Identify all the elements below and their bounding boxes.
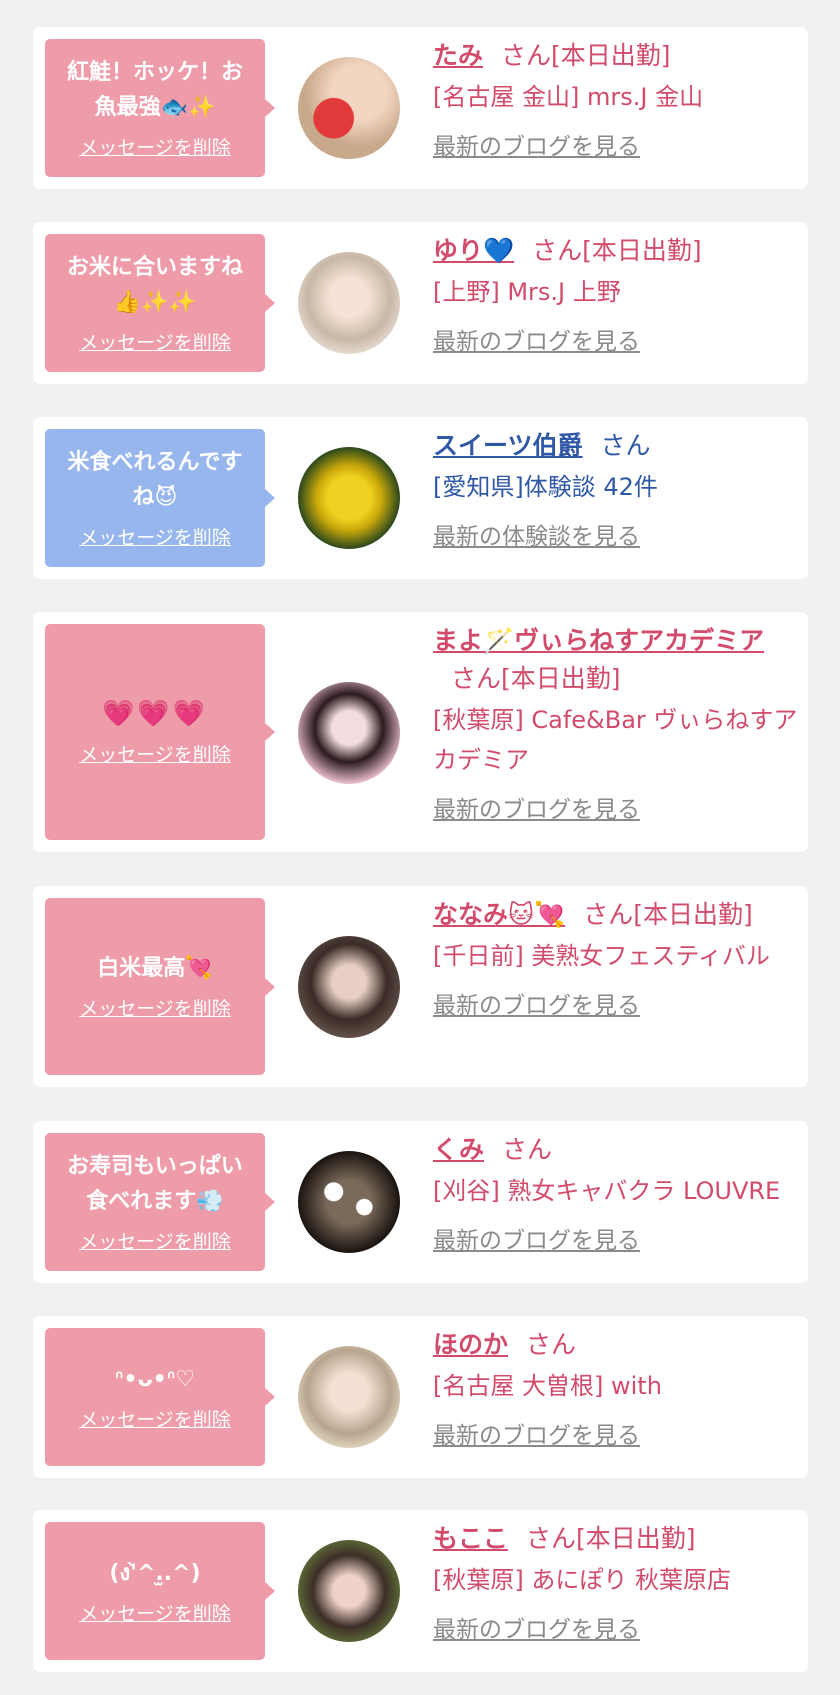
delete-message-link[interactable]: メッセージを削除	[79, 330, 231, 356]
latest-blog-link[interactable]: 最新のブログを見る	[433, 990, 803, 1022]
message-card: お米に合いますね👍✨✨ メッセージを削除 ゆり💙 さん[本日出勤] [上野] Mr…	[33, 222, 808, 384]
avatar[interactable]	[298, 1346, 400, 1448]
sender-name-link[interactable]: ゆり💙	[433, 236, 514, 265]
avatar[interactable]	[298, 447, 400, 549]
sender-info: たみ さん[本日出勤] [名古屋 金山] mrs.J 金山 最新のブログを見る	[433, 37, 803, 163]
message-list: 紅鮭！ホッケ！お魚最強🐟✨ メッセージを削除 たみ さん[本日出勤] [名古屋 金…	[0, 0, 840, 1695]
message-card: 💗💗💗 メッセージを削除 まよ🪄ヴぃらねすアカデミアさん[本日出勤] [秋葉原]…	[33, 612, 808, 852]
sender-name-link[interactable]: くみ	[433, 1135, 484, 1164]
message-bubble: 白米最高💘 メッセージを削除	[45, 898, 275, 1075]
latest-blog-link[interactable]: 最新のブログを見る	[433, 1420, 803, 1452]
sender-name-link[interactable]: たみ	[433, 41, 483, 70]
message-card: ᐢ•ᴗ•ᐢ♡ メッセージを削除 ほのか さん [名古屋 大曽根] with 最新の…	[33, 1316, 808, 1478]
message-card: 紅鮭！ホッケ！お魚最強🐟✨ メッセージを削除 たみ さん[本日出勤] [名古屋 金…	[33, 27, 808, 189]
shop-name: [刈谷] 熟女キャバクラ LOUVRE	[433, 1177, 781, 1205]
shop-name: [名古屋 金山] mrs.J 金山	[433, 83, 704, 111]
delete-message-link[interactable]: メッセージを削除	[79, 135, 231, 161]
sender-info: くみ さん [刈谷] 熟女キャバクラ LOUVRE 最新のブログを見る	[433, 1131, 803, 1257]
avatar[interactable]	[298, 57, 400, 159]
sender-suffix: さん	[502, 1135, 553, 1164]
message-card: 白米最高💘 メッセージを削除 ななみ🐱💘 さん[本日出勤] [千日前] 美熟女フェ…	[33, 886, 808, 1087]
shop-name: [千日前] 美熟女フェスティバル	[433, 942, 770, 970]
delete-message-link[interactable]: メッセージを削除	[79, 1229, 231, 1255]
message-bubble: ᐢ•ᴗ•ᐢ♡ メッセージを削除	[45, 1328, 275, 1466]
message-bubble: 紅鮭！ホッケ！お魚最強🐟✨ メッセージを削除	[45, 39, 275, 177]
message-bubble: (ง'̀^.̫.^) メッセージを削除	[45, 1522, 275, 1660]
delete-message-link[interactable]: メッセージを削除	[79, 996, 231, 1022]
message-bubble: お米に合いますね👍✨✨ メッセージを削除	[45, 234, 275, 372]
sender-suffix: さん[本日出勤]	[532, 236, 702, 265]
latest-blog-link[interactable]: 最新のブログを見る	[433, 326, 803, 358]
message-text: 米食べれるんですね😈	[67, 450, 243, 510]
latest-blog-link[interactable]: 最新のブログを見る	[433, 1614, 803, 1646]
sender-name-link[interactable]: ななみ🐱💘	[433, 900, 565, 929]
message-text: (ง'̀^.̫.^)	[109, 1560, 201, 1586]
shop-name: [名古屋 大曽根] with	[433, 1372, 662, 1400]
message-text: 紅鮭！ホッケ！お魚最強🐟✨	[66, 60, 243, 120]
sender-info: ほのか さん [名古屋 大曽根] with 最新のブログを見る	[433, 1326, 803, 1452]
message-text: お寿司もいっぱい食べれます💨	[67, 1154, 243, 1214]
sender-name-link[interactable]: まよ🪄ヴぃらねすアカデミア	[433, 626, 764, 655]
shop-name: [秋葉原] Cafe&Bar ヴぃらねすアカデミア	[433, 706, 798, 774]
delete-message-link[interactable]: メッセージを削除	[79, 742, 231, 768]
sender-suffix: さん[本日出勤]	[451, 664, 621, 693]
sender-info: もここ さん[本日出勤] [秋葉原] あにぽり 秋葉原店 最新のブログを見る	[433, 1520, 803, 1646]
delete-message-link[interactable]: メッセージを削除	[79, 1601, 231, 1627]
sender-name-link[interactable]: もここ	[433, 1524, 508, 1553]
sender-suffix: さん	[600, 431, 651, 460]
avatar[interactable]	[298, 682, 400, 784]
avatar[interactable]	[298, 1540, 400, 1642]
latest-blog-link[interactable]: 最新のブログを見る	[433, 1225, 803, 1257]
shop-name: [愛知県]体験談 42件	[433, 473, 658, 501]
sender-name-link[interactable]: スイーツ伯爵	[433, 431, 583, 460]
latest-blog-link[interactable]: 最新のブログを見る	[433, 794, 803, 826]
message-card: 米食べれるんですね😈 メッセージを削除 スイーツ伯爵 さん [愛知県]体験談 42…	[33, 417, 808, 579]
sender-name-link[interactable]: ほのか	[433, 1330, 508, 1359]
sender-suffix: さん[本日出勤]	[501, 41, 671, 70]
sender-info: スイーツ伯爵 さん [愛知県]体験談 42件 最新の体験談を見る	[433, 427, 803, 553]
delete-message-link[interactable]: メッセージを削除	[79, 1407, 231, 1433]
sender-info: ななみ🐱💘 さん[本日出勤] [千日前] 美熟女フェスティバル 最新のブログを見る	[433, 896, 803, 1022]
message-text: お米に合いますね👍✨✨	[66, 255, 243, 315]
sender-info: ゆり💙 さん[本日出勤] [上野] Mrs.J 上野 最新のブログを見る	[433, 232, 803, 358]
message-card: (ง'̀^.̫.^) メッセージを削除 もここ さん[本日出勤] [秋葉原] あに…	[33, 1510, 808, 1672]
message-text: 白米最高💘	[97, 956, 213, 981]
message-text: ᐢ•ᴗ•ᐢ♡	[114, 1366, 196, 1392]
message-bubble: 💗💗💗 メッセージを削除	[45, 624, 275, 840]
message-bubble: 米食べれるんですね😈 メッセージを削除	[45, 429, 275, 567]
avatar[interactable]	[298, 252, 400, 354]
delete-message-link[interactable]: メッセージを削除	[79, 525, 231, 551]
sender-suffix: さん[本日出勤]	[526, 1524, 696, 1553]
avatar[interactable]	[298, 1151, 400, 1253]
sender-suffix: さん[本日出勤]	[583, 900, 753, 929]
shop-name: [秋葉原] あにぽり 秋葉原店	[433, 1566, 731, 1594]
sender-suffix: さん	[526, 1330, 577, 1359]
latest-experience-link[interactable]: 最新の体験談を見る	[433, 521, 803, 553]
latest-blog-link[interactable]: 最新のブログを見る	[433, 131, 803, 163]
sender-info: まよ🪄ヴぃらねすアカデミアさん[本日出勤] [秋葉原] Cafe&Bar ヴぃら…	[433, 622, 803, 826]
message-text: 💗💗💗	[101, 698, 209, 729]
avatar[interactable]	[298, 936, 400, 1038]
shop-name: [上野] Mrs.J 上野	[433, 278, 621, 306]
message-card: お寿司もいっぱい食べれます💨 メッセージを削除 くみ さん [刈谷] 熟女キャバク…	[33, 1121, 808, 1283]
message-bubble: お寿司もいっぱい食べれます💨 メッセージを削除	[45, 1133, 275, 1271]
